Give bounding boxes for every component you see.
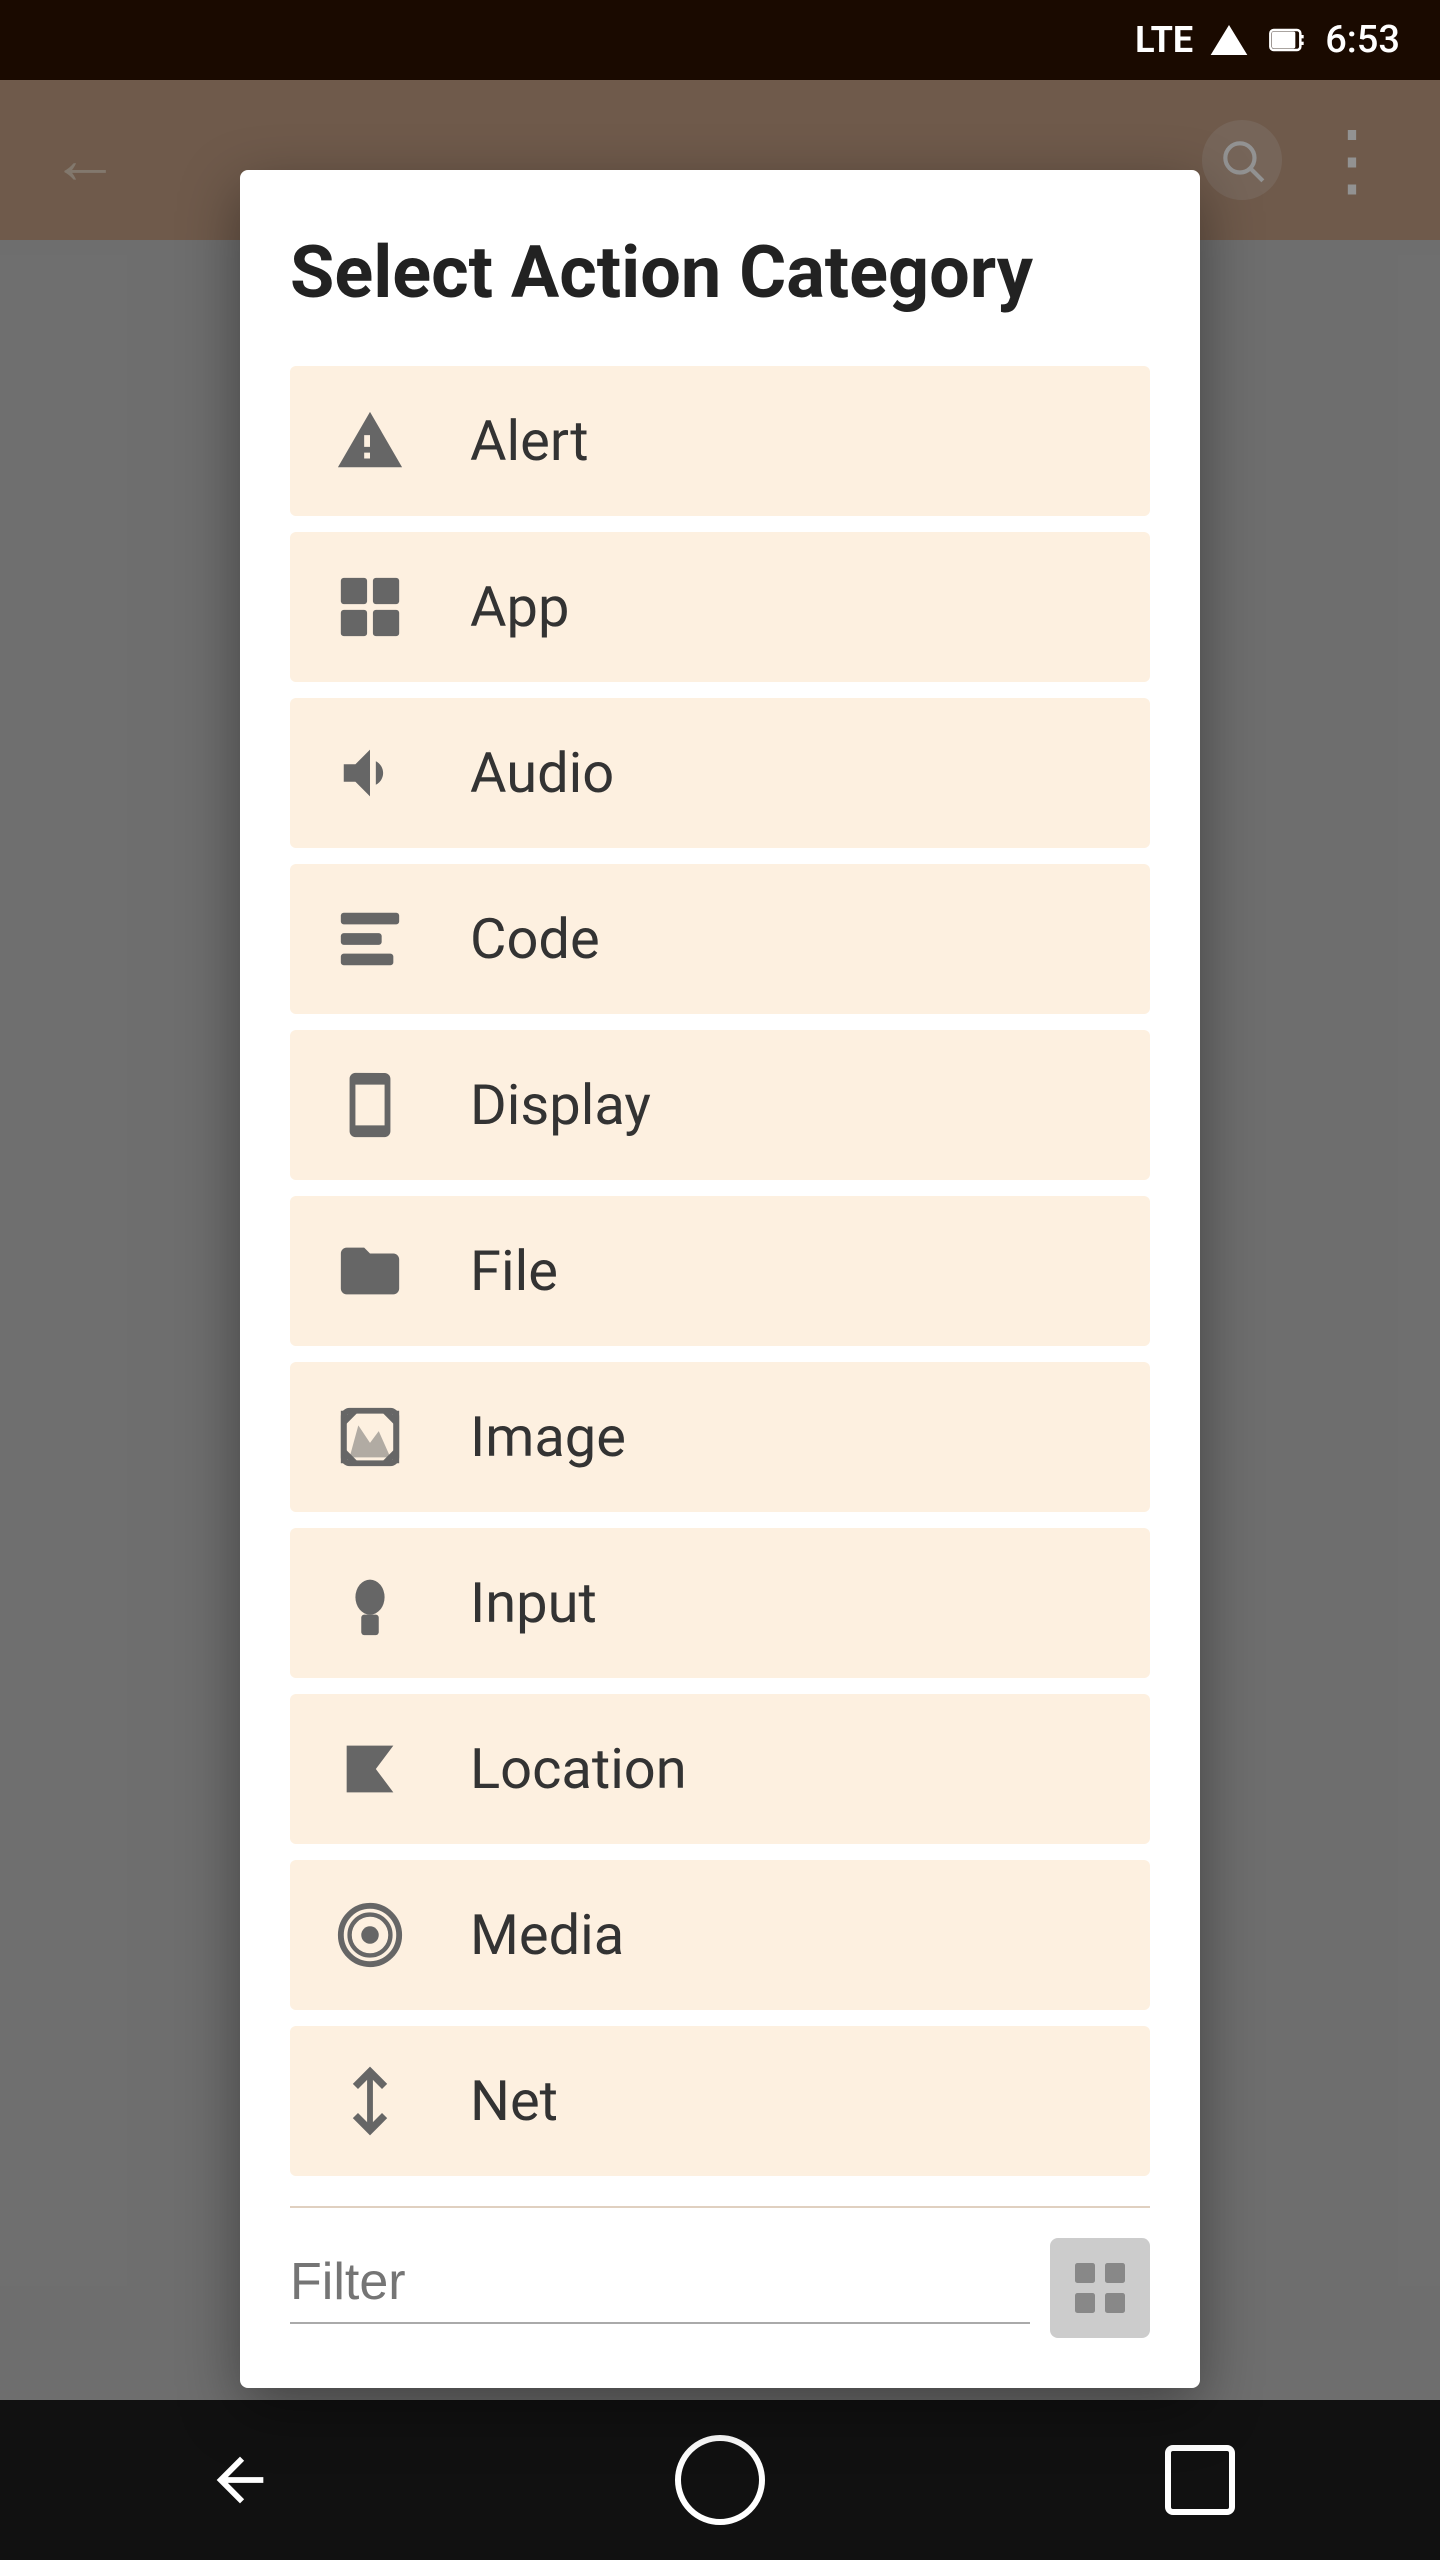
display-icon (330, 1065, 410, 1145)
category-label-app: App (470, 574, 569, 640)
category-label-file: File (470, 1238, 558, 1304)
filter-row (290, 2228, 1150, 2338)
category-item-location[interactable]: Location (290, 1694, 1150, 1844)
image-icon (330, 1397, 410, 1477)
file-icon (330, 1231, 410, 1311)
category-label-image: Image (470, 1404, 626, 1470)
category-label-display: Display (470, 1072, 651, 1138)
category-item-image[interactable]: Image (290, 1362, 1150, 1512)
status-icons: LTE 6:53 (1135, 18, 1400, 62)
dialog-title: Select Action Category (290, 230, 1150, 316)
category-item-code[interactable]: Code (290, 864, 1150, 1014)
alert-icon (330, 401, 410, 481)
grid-view-button[interactable] (1050, 2238, 1150, 2338)
category-item-display[interactable]: Display (290, 1030, 1150, 1180)
nav-home-button[interactable] (670, 2430, 770, 2530)
home-circle-icon (675, 2435, 765, 2525)
media-icon (330, 1895, 410, 1975)
category-label-net: Net (470, 2068, 558, 2134)
category-item-media[interactable]: Media (290, 1860, 1150, 2010)
location-icon (330, 1729, 410, 1809)
filter-input[interactable] (290, 2252, 1030, 2312)
category-label-input: Input (470, 1570, 597, 1636)
category-label-audio: Audio (470, 740, 614, 806)
category-item-net[interactable]: Net (290, 2026, 1150, 2176)
category-item-input[interactable]: Input (290, 1528, 1150, 1678)
filter-input-wrap (290, 2252, 1030, 2324)
signal-icon (1209, 20, 1249, 60)
category-item-audio[interactable]: Audio (290, 698, 1150, 848)
audio-icon (330, 733, 410, 813)
category-label-location: Location (470, 1736, 687, 1802)
status-bar: LTE 6:53 (0, 0, 1440, 80)
category-item-alert[interactable]: Alert (290, 366, 1150, 516)
nav-back-button[interactable] (190, 2430, 290, 2530)
clock: 6:53 (1325, 18, 1400, 62)
nav-recents-button[interactable] (1150, 2430, 1250, 2530)
select-action-dialog: Select Action Category Alert App (240, 170, 1200, 2388)
divider (290, 2206, 1150, 2208)
battery-icon (1265, 20, 1309, 60)
net-icon (330, 2061, 410, 2141)
bottom-nav (0, 2400, 1440, 2560)
code-icon (330, 899, 410, 979)
category-list: Alert App Audio (290, 366, 1150, 2176)
lte-icon: LTE (1135, 19, 1193, 61)
category-item-file[interactable]: File (290, 1196, 1150, 1346)
category-item-app[interactable]: App (290, 532, 1150, 682)
app-icon (330, 567, 410, 647)
recents-square-icon (1165, 2445, 1235, 2515)
category-label-code: Code (470, 906, 600, 972)
category-label-media: Media (470, 1902, 624, 1968)
input-icon (330, 1563, 410, 1643)
category-label-alert: Alert (470, 408, 589, 474)
